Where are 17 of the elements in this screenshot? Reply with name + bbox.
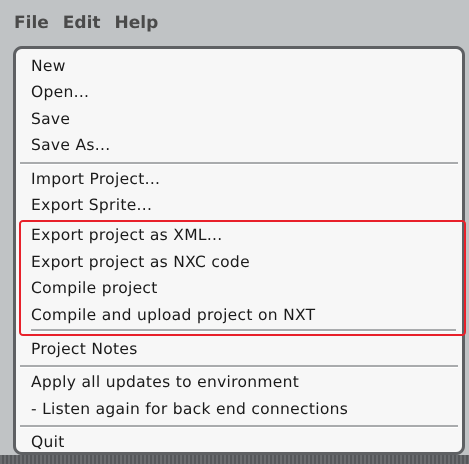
- menu-title[interactable]: File: [14, 12, 49, 32]
- menu-title[interactable]: Edit: [62, 12, 101, 32]
- menu-item[interactable]: Export project as NXC code: [31, 248, 456, 276]
- menu-item[interactable]: Apply all updates to environment: [31, 369, 458, 396]
- menu-item[interactable]: Open...: [31, 79, 458, 106]
- menu-item[interactable]: Export project as XML...: [31, 222, 456, 249]
- menu-item[interactable]: Save: [31, 106, 458, 132]
- menu-item[interactable]: Compile project: [31, 275, 456, 302]
- menu-item[interactable]: Compile and upload project on NXT: [31, 302, 456, 328]
- menu-item[interactable]: Project Notes: [31, 336, 458, 362]
- menu-item[interactable]: Export Sprite...: [31, 192, 458, 218]
- menu-item[interactable]: Import Project...: [31, 166, 458, 192]
- menu-title[interactable]: Help: [114, 12, 158, 32]
- menu-item[interactable]: New: [31, 53, 458, 80]
- menu-item[interactable]: Quit: [31, 429, 458, 456]
- menu-item[interactable]: - Listen again for back end connections: [31, 396, 458, 422]
- menu-item[interactable]: Save As...: [31, 132, 458, 159]
